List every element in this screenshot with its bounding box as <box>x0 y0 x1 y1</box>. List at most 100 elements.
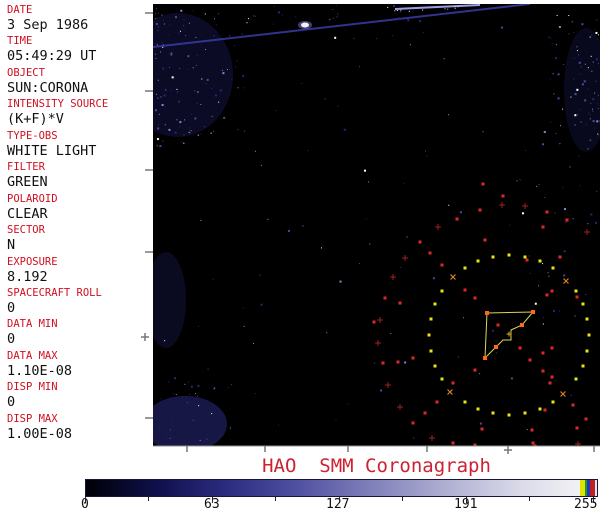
noise-speckle <box>164 23 165 24</box>
noise-speckle <box>596 191 597 192</box>
noise-speckle <box>548 37 549 38</box>
noise-speckle <box>588 112 589 113</box>
yellow-marker-dot <box>575 290 578 293</box>
noise-speckle <box>165 89 166 90</box>
colorbar-minor-tick <box>529 497 530 501</box>
noise-speckle <box>562 187 563 188</box>
red-marker-dot <box>474 297 477 300</box>
noise-speckle <box>529 273 530 274</box>
noise-speckle <box>168 35 169 36</box>
noise-speckle <box>598 95 599 96</box>
noise-speckle <box>178 101 180 103</box>
meta-label: EXPOSURE <box>7 255 153 269</box>
red-marker-dot <box>429 252 432 255</box>
colorbar-major-tick <box>593 497 594 503</box>
meta-label: OBJECT <box>7 66 153 80</box>
smm-coronagraph-viewer: DATE 3 Sep 1986 TIME 05:49:29 UT OBJECT … <box>0 0 600 512</box>
noise-speckle <box>400 267 401 268</box>
noise-speckle <box>207 439 208 440</box>
noise-speckle <box>163 68 164 69</box>
noise-speckle <box>368 181 369 182</box>
noise-speckle <box>155 13 156 14</box>
noise-speckle <box>176 394 177 395</box>
noise-speckle <box>211 133 212 134</box>
meta-disp-max: DISP MAX 1.00E-08 <box>0 412 153 443</box>
noise-speckle <box>229 35 230 36</box>
noise-speckle <box>188 69 189 70</box>
noise-speckle <box>539 184 540 185</box>
noise-speckle <box>555 57 557 59</box>
noise-speckle <box>174 377 176 379</box>
colorbar <box>85 479 598 497</box>
noise-speckle <box>184 19 185 20</box>
colorbar-minor-tick <box>148 497 149 501</box>
noise-speckle <box>597 39 598 40</box>
noise-speckle <box>335 420 336 421</box>
yellow-marker-dot <box>588 334 591 337</box>
noise-speckle <box>448 114 449 115</box>
yellow-marker-dot <box>441 378 444 381</box>
noise-speckle <box>598 108 599 109</box>
noise-speckle <box>577 50 578 51</box>
noise-speckle <box>543 317 544 318</box>
red-marker-dot <box>542 226 545 229</box>
noise-speckle <box>359 263 360 264</box>
noise-speckle <box>155 58 156 59</box>
noise-speckle <box>172 76 174 78</box>
noise-speckle <box>175 132 177 134</box>
noise-speckle <box>211 88 212 89</box>
noise-speckle <box>548 276 549 277</box>
meta-label: DATE <box>7 3 153 17</box>
noise-speckle <box>201 134 202 135</box>
noise-speckle <box>170 54 172 56</box>
noise-speckle <box>301 83 302 84</box>
noise-speckle <box>157 18 158 19</box>
noise-speckle <box>185 35 186 36</box>
meta-spacecraft-roll: SPACECRAFT ROLL 0 <box>0 286 153 317</box>
noise-speckle <box>196 65 197 66</box>
noise-speckle <box>180 10 182 12</box>
noise-speckle <box>596 19 597 20</box>
noise-speckle <box>483 131 484 132</box>
red-marker-dot <box>576 427 579 430</box>
colorbar-minor-tick <box>402 497 403 501</box>
noise-speckle <box>542 143 544 145</box>
yellow-marker-dot <box>464 267 467 270</box>
noise-speckle <box>169 67 170 68</box>
noise-speckle <box>157 44 158 45</box>
noise-speckle <box>593 61 594 62</box>
noise-speckle <box>598 135 599 136</box>
noise-speckle <box>337 106 338 107</box>
noise-speckle <box>235 66 236 67</box>
meta-label: FILTER <box>7 160 153 174</box>
noise-speckle <box>213 131 214 132</box>
noise-speckle <box>584 80 586 82</box>
meta-label: INTENSITY SOURCE <box>7 97 153 111</box>
red-marker-dot <box>559 256 562 259</box>
noise-speckle <box>206 83 207 84</box>
coronagraph-image-canvas[interactable] <box>153 4 600 446</box>
noise-speckle <box>458 6 459 7</box>
noise-speckle <box>166 438 167 439</box>
noise-speckle <box>168 129 170 131</box>
noise-speckle <box>232 79 233 80</box>
noise-speckle <box>170 438 171 439</box>
red-marker-dot <box>424 412 427 415</box>
noise-speckle <box>307 150 308 151</box>
noise-speckle <box>184 384 185 385</box>
noise-speckle <box>352 23 353 24</box>
noise-speckle <box>157 98 158 99</box>
meta-label: SPACECRAFT ROLL <box>7 286 153 300</box>
yellow-marker-dot <box>430 350 433 353</box>
noise-speckle <box>242 75 244 77</box>
meta-filter: FILTER GREEN <box>0 160 153 191</box>
noise-speckle <box>155 18 156 19</box>
noise-speckle <box>598 34 599 35</box>
noise-speckle <box>246 22 247 23</box>
noise-speckle <box>183 25 184 26</box>
red-marker-dot <box>419 241 422 244</box>
red-marker-dot <box>482 183 485 186</box>
noise-speckle <box>525 150 526 151</box>
meta-value: SUN:CORONA <box>7 80 153 96</box>
meta-polaroid: POLAROID CLEAR <box>0 192 153 223</box>
